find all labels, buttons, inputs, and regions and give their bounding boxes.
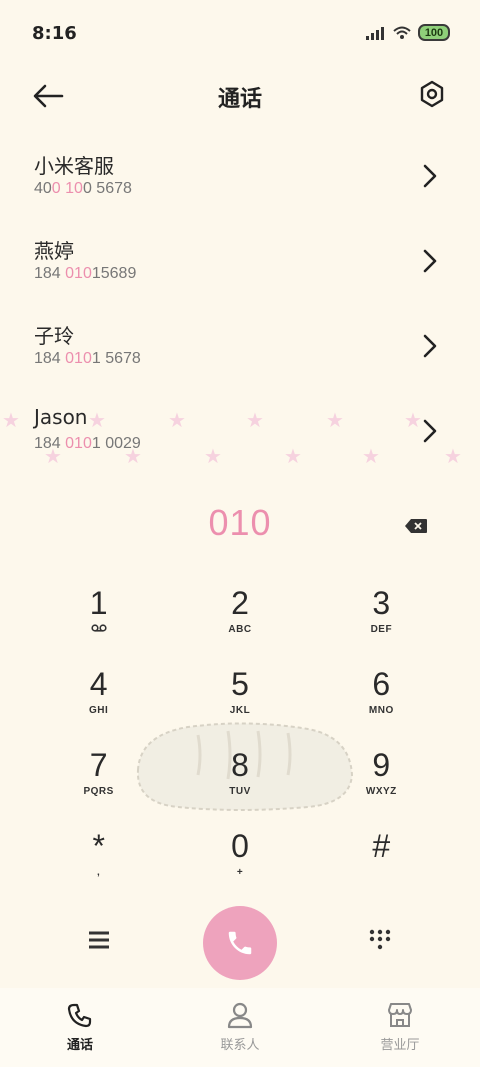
contact-row[interactable]: 子玲 184 0101 5678: [0, 306, 480, 391]
contact-row[interactable]: 小米客服 400 100 5678: [0, 136, 480, 221]
contact-number: 184 01015689: [34, 265, 137, 282]
call-button[interactable]: [203, 906, 277, 980]
contact-name: 小米客服: [34, 154, 114, 178]
contact-name: 燕婷: [34, 239, 74, 263]
key-letters: JKL: [229, 705, 251, 716]
key-letters: WXYZ: [365, 786, 397, 797]
key-letters: ,: [97, 867, 101, 878]
key-digit: 7: [89, 747, 108, 783]
key-letters: GHI: [89, 705, 109, 716]
phone-icon: [67, 1003, 92, 1028]
tab-label: 通话: [66, 1038, 93, 1053]
key-digit: #: [372, 828, 391, 864]
phone-icon: [228, 931, 252, 955]
backspace-icon[interactable]: [404, 518, 428, 534]
key-7[interactable]: 7 PQRS: [28, 742, 169, 823]
key-1[interactable]: 1: [28, 580, 169, 661]
key-digit: 5: [231, 666, 249, 702]
key-digit: 6: [372, 666, 391, 702]
tab-calls[interactable]: 通话: [0, 988, 160, 1067]
tab-label: 营业厅: [380, 1038, 420, 1053]
key-digit: 0: [231, 828, 249, 864]
chevron-right-icon: [423, 334, 437, 358]
key-2[interactable]: 2 ABC: [169, 580, 310, 661]
key-hash[interactable]: #: [311, 823, 452, 904]
contact-number: 184 0101 5678: [34, 350, 141, 367]
key-digit: 2: [231, 585, 249, 621]
status-bar: 8:16 100: [0, 0, 480, 66]
key-6[interactable]: 6 MNO: [311, 661, 452, 742]
key-letters: +: [236, 867, 244, 878]
wifi-icon: [393, 26, 411, 39]
key-digit: 8: [231, 747, 249, 783]
dialpad-icon[interactable]: [368, 928, 392, 952]
contact-row[interactable]: Jason 184 0101 0029: [0, 391, 480, 476]
page-title: 通话: [217, 87, 262, 112]
bottom-nav: 通话 联系人 营业厅: [0, 988, 480, 1067]
store-icon: [388, 1003, 412, 1027]
tab-contacts[interactable]: 联系人: [160, 988, 320, 1067]
voicemail-icon: [91, 624, 107, 632]
contact-number: 184 0101 0029: [34, 435, 141, 452]
key-digit: 3: [372, 585, 391, 621]
contact-name: Jason: [34, 405, 88, 429]
signal-icon: [366, 26, 386, 40]
settings-icon[interactable]: [416, 78, 448, 110]
tab-store[interactable]: 营业厅: [320, 988, 480, 1067]
key-digit: 9: [372, 747, 391, 783]
key-star[interactable]: * ,: [28, 823, 169, 904]
chevron-right-icon: [423, 249, 437, 273]
key-4[interactable]: 4 GHI: [28, 661, 169, 742]
contact-list: 小米客服 400 100 5678 燕婷 184 01015689 子玲 184…: [0, 136, 480, 476]
battery-indicator: 100: [418, 24, 450, 41]
chevron-right-icon: [423, 419, 437, 443]
contact-row[interactable]: 燕婷 184 01015689: [0, 221, 480, 306]
status-time: 8:16: [32, 23, 77, 44]
header: 通话: [0, 66, 480, 126]
key-letters: PQRS: [83, 786, 114, 797]
dial-keypad: 1 2 ABC 3 DEF 4 GHI 5 JKL 6 MNO 7 PQRS 8…: [28, 580, 452, 904]
key-3[interactable]: 3 DEF: [311, 580, 452, 661]
key-8[interactable]: 8 TUV: [169, 742, 310, 823]
key-0[interactable]: 0 +: [169, 823, 310, 904]
key-digit: 1: [89, 585, 108, 621]
menu-icon[interactable]: [88, 930, 110, 950]
key-5[interactable]: 5 JKL: [169, 661, 310, 742]
key-9[interactable]: 9 WXYZ: [311, 742, 452, 823]
status-icons: 100: [366, 24, 450, 41]
key-digit: 4: [89, 666, 108, 702]
contact-name: 子玲: [34, 324, 74, 348]
tab-label: 联系人: [220, 1038, 260, 1053]
contact-number: 400 100 5678: [34, 180, 132, 197]
person-icon: [227, 1002, 253, 1029]
key-letters: DEF: [370, 624, 393, 635]
key-letters: ABC: [228, 624, 252, 635]
key-letters: MNO: [368, 705, 394, 716]
chevron-right-icon: [423, 164, 437, 188]
key-letters: TUV: [229, 786, 251, 797]
key-digit: *: [92, 828, 105, 864]
